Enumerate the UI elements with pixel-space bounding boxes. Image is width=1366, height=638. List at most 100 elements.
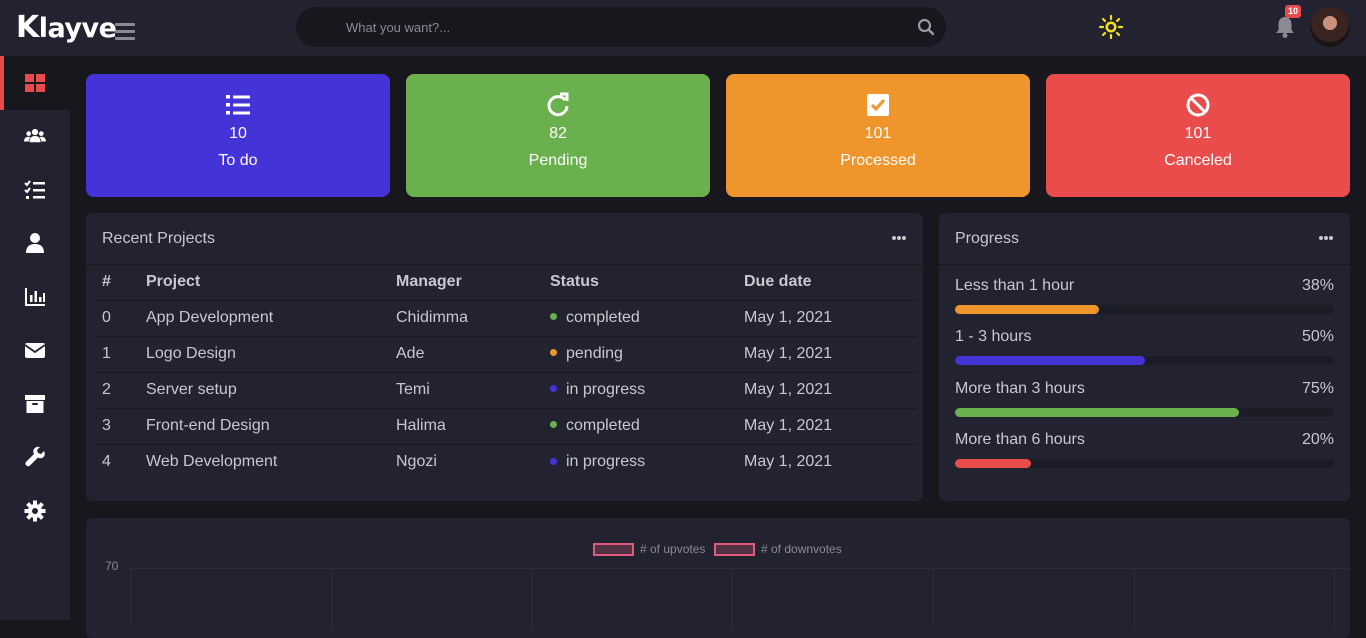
stat-value: 82 (549, 125, 567, 142)
chart-legend-upvotes[interactable]: # of upvotes (593, 542, 705, 556)
row-due-date: May 1, 2021 (744, 453, 833, 471)
status-dot (550, 385, 557, 393)
refresh-icon (547, 92, 569, 117)
y-axis-tick-label: 70 (105, 559, 119, 573)
sidebar-item-profile[interactable] (0, 217, 70, 271)
row-project: App Development (138, 300, 388, 337)
column-header: # (94, 264, 138, 301)
progress-card: Progress Less than 1 hour 38% 1 - 3 hour… (939, 213, 1350, 501)
row-due-date: May 1, 2021 (736, 336, 916, 373)
row-project: Web Development (146, 453, 278, 471)
row-id: 1 (94, 336, 138, 373)
stat-value: 10 (229, 125, 247, 142)
progress-track (955, 305, 1334, 314)
search-bar (296, 7, 946, 47)
row-manager: Ngozi (396, 453, 437, 471)
dashboard-icon (25, 73, 45, 92)
search-input[interactable] (346, 7, 886, 47)
progress-fill (955, 408, 1240, 417)
row-manager: Ade (388, 336, 542, 373)
progress-track (955, 459, 1334, 468)
progress-track (955, 408, 1334, 417)
user-avatar[interactable] (1310, 7, 1350, 47)
row-manager: Halima (388, 408, 542, 445)
column-header: Manager (388, 264, 542, 301)
chart-legend-downvotes[interactable]: # of downvotes (714, 542, 842, 556)
app-logo[interactable]: Klayve (16, 10, 117, 45)
top-bar: Klayve 10 (0, 0, 1366, 56)
sidebar-item-tasks[interactable] (0, 163, 70, 217)
row-id: 0 (94, 300, 138, 337)
status-dot (550, 457, 557, 465)
legend-label: # of upvotes (640, 542, 706, 556)
progress-percent: 75% (1301, 380, 1334, 397)
checkbox-icon (867, 94, 889, 116)
ban-icon (1186, 93, 1210, 117)
progress-label: More than 3 hours (955, 380, 1085, 397)
stat-value: 101 (864, 125, 892, 142)
chart-gridline (130, 569, 131, 629)
legend-label: # of downvotes (761, 542, 842, 556)
stat-card-processed[interactable]: 101 Processed (726, 74, 1030, 197)
column-header: Project (138, 264, 388, 301)
main-content: 10 To do 82 Pending 101 Processed 101 Ca… (70, 56, 1366, 638)
chart-gridline (1134, 569, 1135, 629)
list-icon (226, 95, 250, 115)
sidebar-item-users[interactable] (0, 110, 70, 164)
row-status: pending (542, 336, 736, 373)
sidebar-item-messages[interactable] (0, 324, 70, 378)
sidebar-item-archive[interactable] (0, 377, 70, 431)
sidebar-item-analytics[interactable] (0, 270, 70, 324)
gear-icon (24, 500, 46, 522)
progress-label: Less than 1 hour (955, 277, 1075, 294)
row-project: Logo Design (138, 336, 388, 373)
progress-fill (955, 356, 1145, 365)
stat-label: Canceled (1164, 152, 1232, 169)
recent-projects-card: Recent Projects # Project Manager Status… (86, 213, 923, 501)
theme-toggle-sun-icon[interactable] (1098, 14, 1124, 40)
stat-value: 101 (1184, 125, 1212, 142)
table-row[interactable]: 4 Web Development Ngozi in progress May … (94, 444, 916, 480)
status-text: completed (566, 417, 640, 434)
stat-card-pending[interactable]: 82 Pending (406, 74, 710, 197)
row-status: in progress (542, 444, 736, 480)
status-dot (550, 349, 557, 357)
chart-gridline (331, 569, 332, 629)
progress-percent: 38% (1301, 277, 1334, 294)
column-header: Status (542, 264, 736, 301)
row-status: completed (542, 408, 736, 445)
status-text: in progress (566, 453, 646, 471)
sidebar-item-dashboard[interactable] (0, 56, 70, 110)
stat-card-todo[interactable]: 10 To do (86, 74, 390, 197)
stat-card-canceled[interactable]: 101 Canceled (1046, 74, 1350, 197)
chart-gridline (732, 569, 733, 629)
table-row[interactable]: 2 Server setup Temi in progress May 1, 2… (94, 372, 916, 409)
card-title: Recent Projects (102, 230, 215, 247)
wrench-icon (25, 447, 45, 467)
notification-count-badge: 10 (1285, 5, 1302, 18)
more-options-icon[interactable] (891, 230, 907, 246)
sidebar-item-tools[interactable] (0, 431, 70, 485)
more-options-icon[interactable] (1318, 230, 1334, 246)
task-list-icon (24, 180, 45, 199)
bar-chart-icon (25, 287, 45, 306)
stat-label: To do (218, 152, 258, 169)
table-row[interactable]: 0 App Development Chidimma completed May… (94, 300, 916, 337)
progress-percent: 20% (1301, 431, 1334, 448)
menu-toggle-icon[interactable] (115, 23, 135, 40)
table-row[interactable]: 1 Logo Design Ade pending May 1, 2021 (94, 336, 916, 373)
search-icon[interactable] (916, 17, 936, 37)
legend-swatch (714, 542, 755, 556)
legend-swatch (593, 542, 634, 556)
row-due-date: May 1, 2021 (736, 300, 916, 337)
row-project: Front-end Design (138, 408, 388, 445)
table-row[interactable]: 3 Front-end Design Halima completed May … (94, 408, 916, 445)
row-manager: Temi (388, 372, 542, 409)
row-manager: Chidimma (388, 300, 542, 337)
row-status: completed (542, 300, 736, 337)
sidebar-item-settings[interactable] (0, 484, 70, 538)
progress-fill (955, 305, 1100, 314)
row-due-date: May 1, 2021 (736, 408, 916, 445)
status-dot (550, 313, 557, 321)
card-title: Progress (955, 230, 1020, 247)
